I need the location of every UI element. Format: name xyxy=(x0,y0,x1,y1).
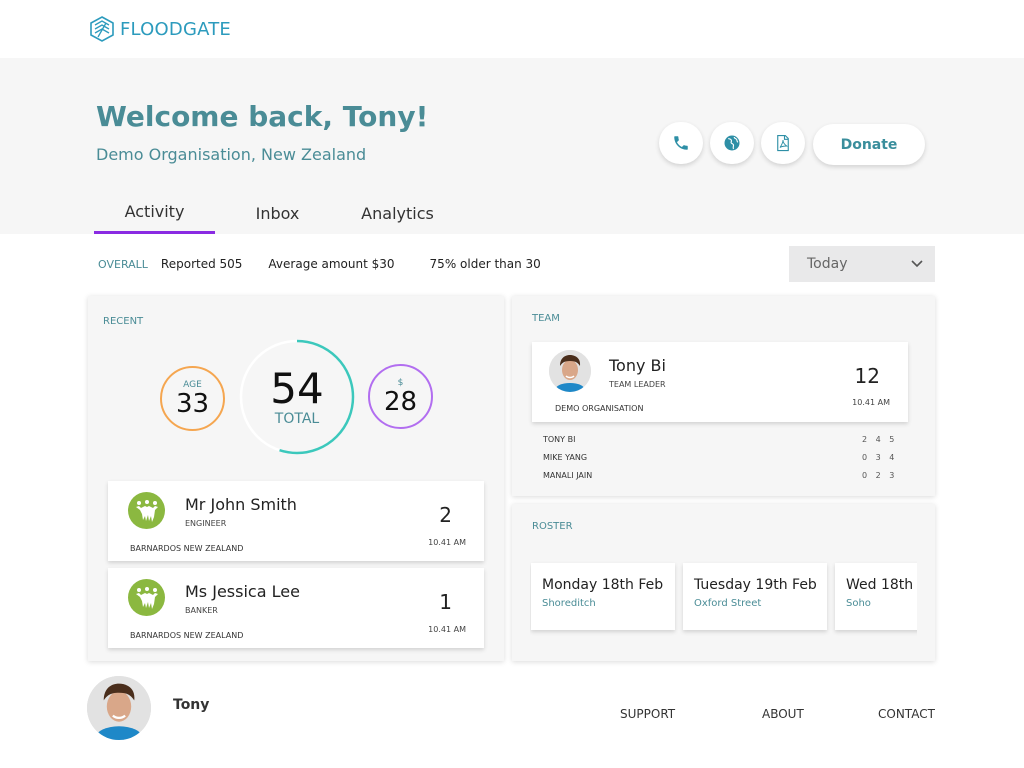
tab-activity[interactable]: Activity xyxy=(94,192,215,234)
floodgate-logo[interactable]: FLOODGATE xyxy=(89,16,231,42)
team-member-stats: 0 3 4 xyxy=(862,453,898,462)
item-time: 10.41 AM xyxy=(428,625,466,634)
team-leader-time: 10.41 AM xyxy=(852,398,890,407)
tab-inbox[interactable]: Inbox xyxy=(215,192,340,234)
tab-analytics[interactable]: Analytics xyxy=(340,192,455,234)
overall-label: OVERALL xyxy=(98,258,148,271)
people-icon xyxy=(128,492,165,529)
item-name: Ms Jessica Lee xyxy=(185,582,300,601)
roster-day-card[interactable]: Monday 18th Feb Shoreditch xyxy=(531,563,675,630)
total-value: 54 xyxy=(270,364,324,413)
roster-day: Wed 18th Feb xyxy=(846,577,917,593)
team-member-stats: 0 2 3 xyxy=(862,471,898,480)
logo-icon xyxy=(90,16,114,42)
roster-location: Oxford Street xyxy=(694,598,762,609)
phone-button[interactable] xyxy=(659,122,703,164)
organisation-subtitle: Demo Organisation, New Zealand xyxy=(96,145,367,164)
donate-button[interactable]: Donate xyxy=(813,124,925,165)
roster-scroller[interactable]: Monday 18th Feb Shoreditch Tuesday 19th … xyxy=(530,555,917,640)
user-name: Tony xyxy=(173,697,210,713)
team-member-name: MIKE YANG xyxy=(543,453,588,462)
page-title: Welcome back, Tony! xyxy=(96,100,429,133)
roster-day: Tuesday 19th Feb xyxy=(694,577,817,593)
amount-ring: $ 28 xyxy=(368,364,433,429)
pdf-button[interactable] xyxy=(761,122,805,164)
age-ring: AGE 33 xyxy=(160,366,225,431)
team-leader-count: 12 xyxy=(854,364,880,388)
recent-item[interactable]: Mr John Smith ENGINEER BARNARDOS NEW ZEA… xyxy=(108,481,484,561)
roster-location: Soho xyxy=(846,598,871,609)
team-leader-name: Tony Bi xyxy=(609,356,666,375)
globe-icon xyxy=(724,135,740,151)
top-bar: FLOODGATE xyxy=(0,0,1024,58)
support-link[interactable]: SUPPORT xyxy=(620,707,675,721)
item-role: BANKER xyxy=(185,606,218,615)
people-icon xyxy=(128,579,165,616)
item-org: BARNARDOS NEW ZEALAND xyxy=(130,544,244,553)
recent-panel: RECENT AGE 33 54 TOTAL $ 28 Mr John Smit… xyxy=(88,296,504,661)
logo-text: FLOODGATE xyxy=(120,18,231,40)
team-leader-org: DEMO ORGANISATION xyxy=(555,404,644,413)
period-select-value: Today xyxy=(807,256,848,272)
item-count: 1 xyxy=(439,590,452,614)
roster-day-card[interactable]: Wed 18th Feb Soho xyxy=(835,563,917,630)
item-org: BARNARDOS NEW ZEALAND xyxy=(130,631,244,640)
chevron-down-icon xyxy=(911,260,923,268)
contact-link[interactable]: CONTACT xyxy=(878,707,935,721)
total-center: 54 TOTAL xyxy=(239,339,355,455)
pdf-icon xyxy=(777,134,789,152)
amount-value: 28 xyxy=(383,386,418,417)
older-stat: 75% older than 30 xyxy=(429,257,541,271)
team-member-stats: 2 4 5 xyxy=(862,435,898,444)
team-member-name: TONY BI xyxy=(543,435,576,444)
amount-label: $ xyxy=(397,377,404,388)
total-label: TOTAL xyxy=(274,411,320,427)
recent-item[interactable]: Ms Jessica Lee BANKER BARNARDOS NEW ZEAL… xyxy=(108,568,484,648)
team-member-name: MANALI JAIN xyxy=(543,471,593,480)
item-time: 10.41 AM xyxy=(428,538,466,547)
overall-stats: OVERALL Reported 505 Average amount $30 … xyxy=(98,257,567,271)
period-select[interactable]: Today xyxy=(789,246,935,282)
globe-button[interactable] xyxy=(710,122,754,164)
age-value: 33 xyxy=(175,388,210,419)
team-leader-card[interactable]: Tony Bi TEAM LEADER DEMO ORGANISATION 12… xyxy=(532,342,908,422)
age-label: AGE xyxy=(183,379,202,390)
item-count: 2 xyxy=(439,503,452,527)
about-link[interactable]: ABOUT xyxy=(762,707,804,721)
team-leader-avatar xyxy=(549,350,591,392)
item-role: ENGINEER xyxy=(185,519,227,528)
average-stat: Average amount $30 xyxy=(268,257,395,271)
team-leader-role: TEAM LEADER xyxy=(609,380,666,389)
hero-header: Welcome back, Tony! Demo Organisation, N… xyxy=(0,58,1024,234)
phone-icon xyxy=(674,136,688,150)
user-avatar[interactable] xyxy=(87,676,151,740)
main-tabs: Activity Inbox Analytics xyxy=(94,192,455,234)
roster-location: Shoreditch xyxy=(542,598,596,609)
roster-title: ROSTER xyxy=(532,521,573,532)
roster-day: Monday 18th Feb xyxy=(542,577,664,593)
recent-title: RECENT xyxy=(103,316,144,327)
roster-day-card[interactable]: Tuesday 19th Feb Oxford Street xyxy=(683,563,827,630)
reported-stat: Reported 505 xyxy=(160,257,243,271)
item-name: Mr John Smith xyxy=(185,495,297,514)
team-title: TEAM xyxy=(532,313,560,324)
